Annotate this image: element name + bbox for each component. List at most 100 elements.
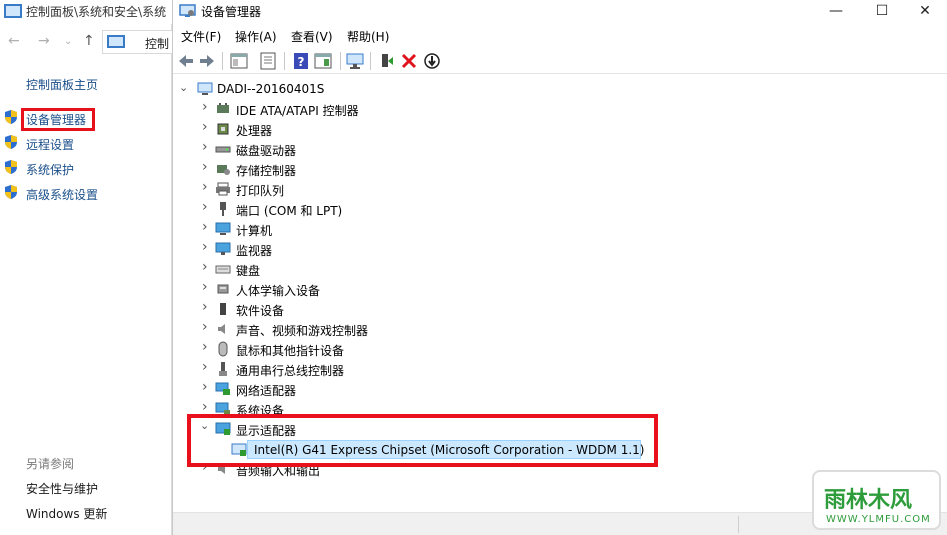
chevron-right-icon[interactable]: › [202,119,214,135]
chevron-right-icon[interactable]: › [202,99,214,115]
task-link[interactable]: 高级系统设置 [26,186,98,203]
tree-category-label: 打印队列 [236,184,285,198]
task-link[interactable]: 远程设置 [26,136,74,153]
see-also-link[interactable]: 安全性与维护 [26,480,98,497]
tree-category-label: 键盘 [236,264,261,278]
tree-category-label: IDE ATA/ATAPI 控制器 [236,104,359,118]
chevron-right-icon[interactable]: › [202,359,214,375]
help-icon[interactable]: ? [291,51,311,71]
tree-category-label: 人体学输入设备 [236,284,321,298]
keyboard-icon [215,265,231,274]
storage-controller-icon [217,165,230,175]
software-device-icon [220,303,226,315]
ide-controller-icon [217,103,229,113]
chevron-right-icon[interactable]: › [202,219,214,235]
chevron-right-icon[interactable]: › [202,299,214,315]
tree-category-row[interactable]: › 磁盘驱动器 [173,139,673,159]
tree-category-row[interactable]: › 端口 (COM 和 LPT) [173,199,673,219]
tree-category-label: 存储控制器 [236,164,297,178]
tree-category-row[interactable]: › 存储控制器 [173,159,673,179]
disable-icon[interactable] [422,51,442,71]
tree-category-row[interactable]: › 监视器 [173,239,673,259]
printer-icon [216,182,230,196]
tree-category-row[interactable]: › 网络适配器 [173,379,673,399]
menu-help[interactable]: 帮助(H) [347,28,389,45]
update-driver-icon[interactable] [376,51,396,71]
chevron-right-icon[interactable]: › [202,279,214,295]
tree-category-row[interactable]: › 处理器 [173,119,673,139]
tree-category-label: 通用串行总线控制器 [236,364,345,378]
forward-icon[interactable] [197,51,217,71]
uninstall-icon[interactable] [399,51,419,71]
address-bar[interactable]: 控制 [102,30,172,54]
chevron-right-icon[interactable]: › [202,179,214,195]
tree-category-row[interactable]: › 人体学输入设备 [173,279,673,299]
chevron-right-icon[interactable]: › [202,259,214,275]
tree-category-row[interactable]: › IDE ATA/ATAPI 控制器 [173,99,673,119]
scan-hardware-icon[interactable] [345,51,365,71]
chevron-right-icon[interactable]: › [202,199,214,215]
tree-category-label: 处理器 [236,124,273,138]
address-text: 控制 [145,37,170,51]
network-icon [215,382,230,395]
tree-category-label: 软件设备 [236,304,285,318]
toolbar: ? [173,48,947,74]
chevron-down-icon[interactable]: ⌄ [179,81,191,95]
tree-category-row[interactable]: › 声音、视频和游戏控制器 [173,319,673,339]
view-icon[interactable] [313,51,333,71]
back-icon[interactable] [176,51,196,71]
sound-icon [218,324,225,334]
properties-icon[interactable] [258,51,278,71]
shield-icon [5,160,17,174]
chevron-right-icon[interactable]: › [202,159,214,175]
up-icon[interactable]: ↑ [83,33,95,49]
chevron-right-icon[interactable]: › [202,139,214,155]
control-panel-window: 控制面板\系统和安全\系统 ← → ⌄ ↑ 控制 控制面板主页 设备管理器 远程设… [0,0,172,535]
computer-root-icon [197,82,213,95]
chevron-right-icon[interactable]: › [202,319,214,335]
task-link[interactable]: 系统保护 [26,161,74,178]
monitor-icon [215,242,231,255]
see-also-heading: 另请参阅 [26,457,75,471]
see-also-link[interactable]: Windows 更新 [26,505,107,522]
chevron-right-icon[interactable]: › [202,399,214,415]
tree-category-row[interactable]: › 键盘 [173,259,673,279]
watermark-url: WWW.YLMFU.COM [826,514,931,525]
computer-icon [215,222,231,235]
minimize-button[interactable]: — [813,0,859,24]
menu-file[interactable]: 文件(F) [181,28,221,45]
highlight-box-display-adapter [187,414,658,467]
tree-category-row[interactable]: › 打印队列 [173,179,673,199]
shield-icon [5,110,17,124]
device-manager-titlebar: 设备管理器 — ☐ ✕ [173,0,947,24]
control-panel-icon [107,35,125,48]
disk-drive-icon [215,146,231,153]
forward-icon[interactable]: → [38,33,50,49]
tree-category-row[interactable]: › 鼠标和其他指针设备 [173,339,673,359]
control-panel-home-link[interactable]: 控制面板主页 [26,76,98,93]
toolbar-separator [370,52,371,70]
maximize-button[interactable]: ☐ [859,0,905,24]
menu-view[interactable]: 查看(V) [291,28,333,45]
control-panel-icon [4,4,22,18]
chevron-right-icon[interactable]: › [202,239,214,255]
chevron-right-icon[interactable]: › [202,379,214,395]
status-separator [738,516,739,533]
show-hide-tree-icon[interactable] [229,51,249,71]
tree-category-row[interactable]: › 计算机 [173,219,673,239]
tree-category-row[interactable]: › 通用串行总线控制器 [173,359,673,379]
tree-root[interactable]: ⌄ DADI--20160401S [173,79,573,99]
tree-category-row[interactable]: › 软件设备 [173,299,673,319]
watermark-text: 雨林木风 [824,487,913,513]
tree-category-label: 鼠标和其他指针设备 [236,344,345,358]
port-icon [220,202,226,216]
close-button[interactable]: ✕ [902,0,947,24]
tree-category-label: 端口 (COM 和 LPT) [236,204,343,218]
recent-pages-icon[interactable]: ⌄ [64,36,72,47]
toolbar-separator [222,52,223,70]
toolbar-separator [284,52,285,70]
device-manager-title: 设备管理器 [201,5,262,19]
chevron-right-icon[interactable]: › [202,339,214,355]
menu-action[interactable]: 操作(A) [235,28,277,45]
back-icon[interactable]: ← [8,33,20,49]
